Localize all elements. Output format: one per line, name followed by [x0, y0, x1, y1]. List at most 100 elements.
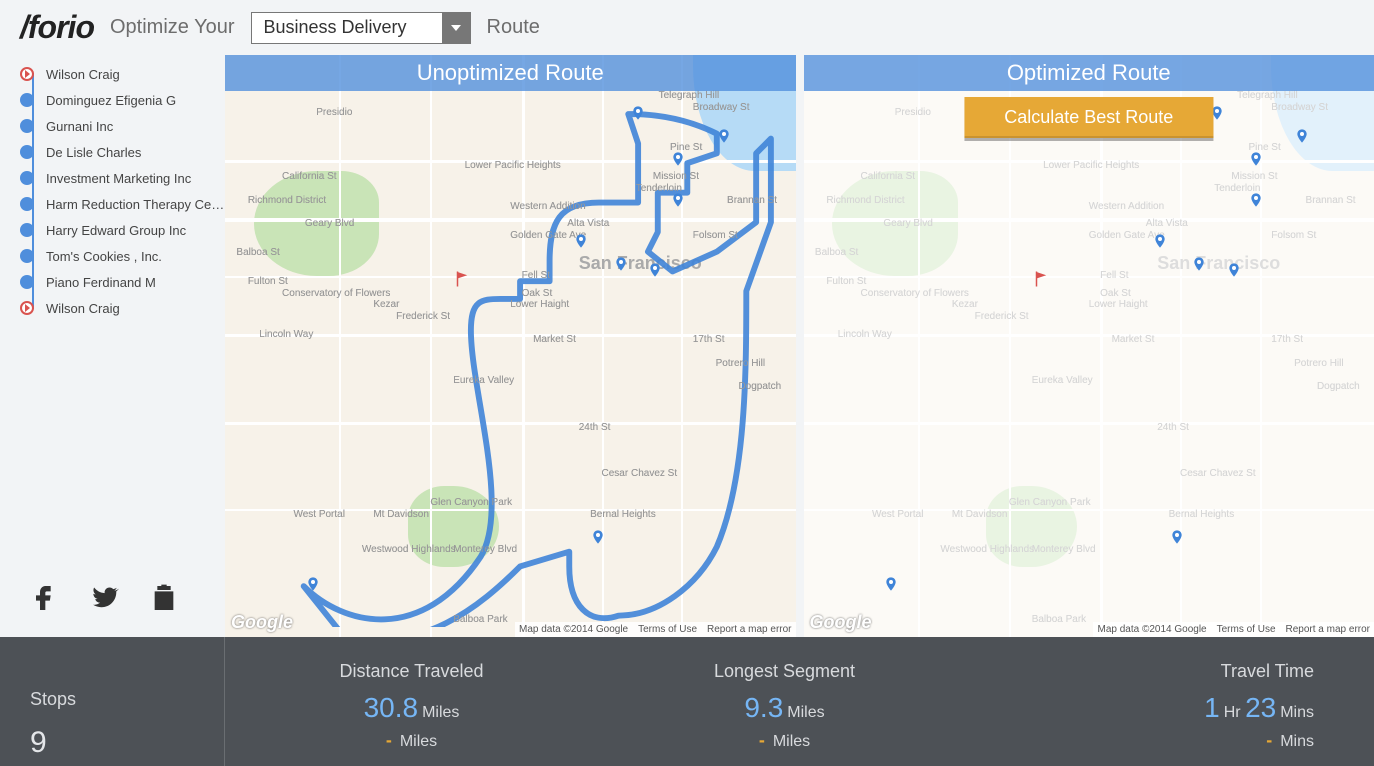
facebook-icon[interactable] — [28, 582, 60, 619]
street-label: Telegraph Hill — [1237, 90, 1298, 101]
map-pin-icon[interactable] — [590, 526, 606, 548]
report-link[interactable]: Report a map error — [1286, 624, 1370, 635]
street-label: Conservatory of Flowers — [861, 288, 969, 299]
street-label: California St — [861, 171, 915, 182]
street-label: Conservatory of Flowers — [282, 288, 390, 299]
street-label: Dogpatch — [738, 381, 781, 392]
stops-list: Wilson CraigDominguez Efigenia GGurnani … — [20, 61, 225, 321]
street-label: Monterey Blvd — [1032, 544, 1096, 555]
street-label: Cesar Chavez St — [1180, 468, 1256, 479]
street-label: Balboa Park — [1032, 614, 1086, 625]
stop-dot-icon — [20, 275, 34, 289]
map-attribution: Map data ©2014 Google Terms of Use Repor… — [1093, 622, 1374, 637]
map-title-left: Unoptimized Route — [225, 55, 796, 91]
stop-row[interactable]: Wilson Craig — [20, 295, 225, 321]
map-pin-icon[interactable] — [1248, 189, 1264, 211]
street-label: Geary Blvd — [305, 218, 354, 229]
street-label: Monterey Blvd — [453, 544, 517, 555]
flag-icon — [453, 270, 471, 292]
map-pin-icon[interactable] — [670, 148, 686, 170]
street-label: Westwood Highlands — [940, 544, 1034, 555]
street-label: Balboa St — [815, 247, 858, 258]
street-label: Eureka Valley — [453, 375, 514, 386]
street-label: Western Addition — [1089, 201, 1164, 212]
map-pin-icon[interactable] — [883, 573, 899, 595]
stop-dot-icon — [20, 93, 34, 107]
report-link[interactable]: Report a map error — [707, 624, 791, 635]
terms-link[interactable]: Terms of Use — [638, 624, 697, 635]
map-pin-icon[interactable] — [647, 259, 663, 281]
stop-dot-icon — [20, 145, 34, 159]
stop-row[interactable]: Dominguez Efigenia G — [20, 87, 225, 113]
terms-link[interactable]: Terms of Use — [1217, 624, 1276, 635]
street-label: Fell St — [1100, 270, 1128, 281]
street-label: Eureka Valley — [1032, 375, 1093, 386]
map-tiles — [804, 55, 1374, 637]
stop-row[interactable]: Piano Ferdinand M — [20, 269, 225, 295]
map-pin-icon[interactable] — [1294, 125, 1310, 147]
street-label: Fulton St — [826, 276, 866, 287]
map-pin-icon[interactable] — [1248, 148, 1264, 170]
header: /forio Optimize Your Business Delivery R… — [0, 0, 1374, 55]
chevron-down-icon[interactable] — [442, 13, 470, 43]
map-pin-icon[interactable] — [1152, 230, 1168, 252]
street-label: Oak St — [1100, 288, 1131, 299]
street-label: Geary Blvd — [883, 218, 932, 229]
street-label: Cesar Chavez St — [1180, 468, 1256, 479]
street-label: Folsom St — [1271, 230, 1316, 241]
street-label: Oak St — [1100, 288, 1131, 299]
clipboard-icon[interactable] — [148, 582, 180, 619]
twitter-icon[interactable] — [88, 582, 120, 619]
street-label: Lower Haight — [1089, 299, 1148, 310]
map-pin-icon[interactable] — [716, 125, 732, 147]
street-label: West Portal — [872, 509, 924, 520]
street-label: Bernal Heights — [1169, 509, 1235, 520]
stops-connector — [32, 73, 34, 309]
stop-row[interactable]: Tom's Cookies , Inc. — [20, 243, 225, 269]
street-label: 17th St — [693, 334, 725, 345]
stop-label: Tom's Cookies , Inc. — [46, 249, 162, 264]
map-pin-icon[interactable] — [1226, 259, 1242, 281]
stop-row[interactable]: Wilson Craig — [20, 61, 225, 87]
street-label: Potrero Hill — [1294, 358, 1343, 369]
street-label: Monterey Blvd — [1032, 544, 1096, 555]
street-label: Lower Pacific Heights — [1043, 160, 1139, 171]
street-label: Frederick St — [975, 311, 1029, 322]
stop-row[interactable]: Harry Edward Group Inc — [20, 217, 225, 243]
street-label: Potrero Hill — [716, 358, 765, 369]
unoptimized-map-panel[interactable]: Unoptimized Route Geary BlvdWestern Addi… — [225, 55, 796, 637]
stop-row[interactable]: Investment Marketing Inc — [20, 165, 225, 191]
stop-dot-icon — [20, 119, 34, 133]
stop-row[interactable]: Harm Reduction Therapy Center — [20, 191, 225, 217]
street-label: Lower Haight — [510, 299, 569, 310]
street-label: Mission St — [653, 171, 699, 182]
street-label: Frederick St — [396, 311, 450, 322]
street-label: 17th St — [1271, 334, 1303, 345]
map-pin-icon[interactable] — [1169, 526, 1185, 548]
street-label: Balboa St — [815, 247, 858, 258]
segment-value: 9.3 — [744, 692, 783, 723]
optimized-map-panel[interactable]: Optimized Route Calculate Best Route Gea… — [804, 55, 1374, 637]
street-label: Alta Vista — [567, 218, 609, 229]
street-label: Richmond District — [826, 195, 904, 206]
street-label: Mt Davidson — [373, 509, 429, 520]
map-pin-icon[interactable] — [670, 189, 686, 211]
street-label: Richmond District — [248, 195, 326, 206]
street-label: Kezar — [373, 299, 399, 310]
stop-row[interactable]: Gurnani Inc — [20, 113, 225, 139]
street-label: Presidio — [316, 107, 352, 118]
route-type-select[interactable]: Business Delivery — [251, 12, 471, 44]
stop-row[interactable]: De Lisle Charles — [20, 139, 225, 165]
street-label: West Portal — [872, 509, 924, 520]
calculate-button[interactable]: Calculate Best Route — [964, 97, 1213, 138]
map-pin-icon[interactable] — [1191, 253, 1207, 275]
map-pin-icon[interactable] — [630, 102, 646, 124]
street-label: Lincoln Way — [838, 329, 892, 340]
street-label: Lincoln Way — [838, 329, 892, 340]
map-pin-icon[interactable] — [613, 253, 629, 275]
map-pin-icon[interactable] — [573, 230, 589, 252]
street-label: Fell St — [522, 270, 550, 281]
map-pin-icon[interactable] — [305, 573, 321, 595]
distance-alt: -Miles — [386, 730, 437, 751]
footer: Stops 9 Distance Traveled 30.8Miles -Mil… — [0, 637, 1374, 766]
